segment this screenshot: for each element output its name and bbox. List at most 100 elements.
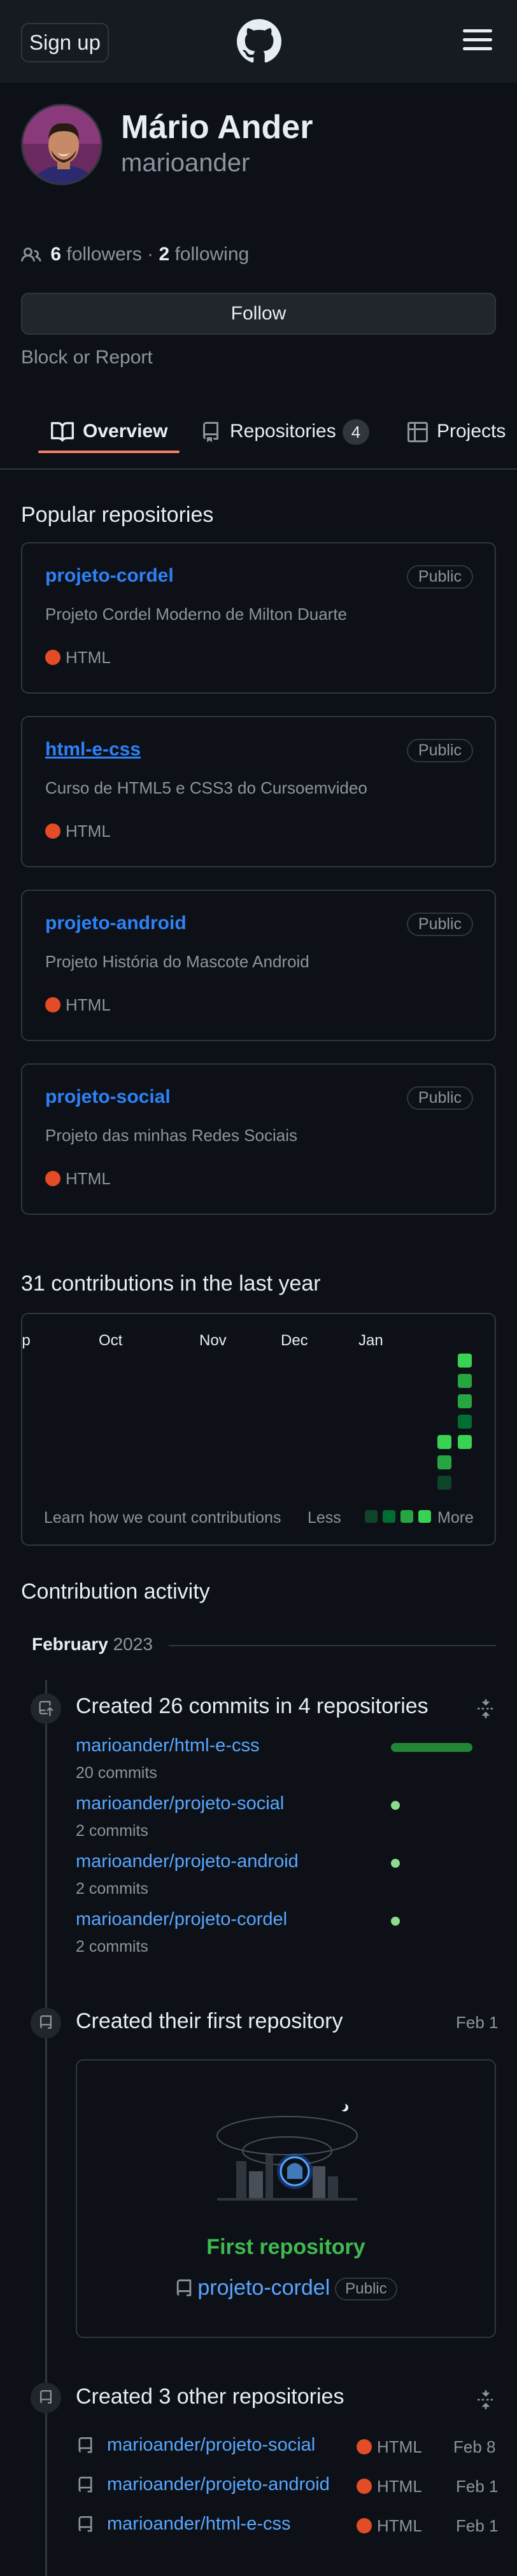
site-header: Sign up	[0, 0, 517, 83]
profile-name: Mário Ander	[121, 109, 313, 146]
repo-icon	[203, 422, 218, 442]
repo-count-badge: 4	[342, 419, 370, 445]
pinned-repo-card: html-e-css Public Curso de HTML5 e CSS3 …	[21, 716, 496, 867]
follow-button[interactable]: Follow	[21, 293, 496, 335]
language-label: HTML	[66, 648, 111, 667]
other-repo-link[interactable]: marioander/projeto-android	[107, 2474, 330, 2495]
pinned-repo-card: projeto-social Public Projeto das minhas…	[21, 1063, 496, 1215]
tab-projects-label: Projects	[437, 421, 506, 442]
contributions-title: 31 contributions in the last year	[21, 1271, 321, 1296]
language-color-dot	[357, 2518, 372, 2534]
repo-language: HTML	[357, 2477, 422, 2496]
language-label: HTML	[377, 2516, 422, 2535]
legend-level	[365, 1510, 378, 1523]
sign-up-button[interactable]: Sign up	[21, 23, 109, 62]
visibility-badge: Public	[406, 913, 473, 936]
tab-overview[interactable]: Overview	[51, 412, 167, 451]
commit-count-link[interactable]: 20 commits	[76, 1764, 157, 1782]
commits-summary: Created 26 commits in 4 repositories	[76, 1694, 428, 1718]
contribution-day[interactable]	[458, 1415, 472, 1429]
commit-bar	[391, 1917, 400, 1926]
other-repo-link[interactable]: marioander/projeto-social	[107, 2435, 315, 2456]
first-repo-line: projeto-cordel Public	[77, 2276, 495, 2301]
repo-link[interactable]: html-e-css	[45, 739, 141, 760]
contribution-day[interactable]	[437, 1435, 451, 1449]
repo-language: HTML	[45, 648, 111, 668]
tab-projects[interactable]: Projects	[407, 412, 506, 451]
commit-repo-link[interactable]: marioander/projeto-social	[76, 1793, 284, 1814]
language-label: HTML	[377, 2477, 422, 2496]
repo-description: Curso de HTML5 e CSS3 do Cursoemvideo	[45, 778, 367, 797]
month-label: Dec	[281, 1332, 308, 1349]
first-repo-link[interactable]: projeto-cordel	[197, 2276, 330, 2300]
followers-link[interactable]: 6 followers	[50, 244, 141, 265]
contribution-day[interactable]	[458, 1394, 472, 1408]
visibility-badge: Public	[335, 2278, 397, 2301]
language-label: HTML	[66, 822, 111, 841]
commit-repo-link[interactable]: marioander/html-e-css	[76, 1735, 259, 1756]
profile-tabs: Overview Repositories 4 Projects	[0, 395, 517, 470]
tab-repositories[interactable]: Repositories 4	[201, 412, 370, 451]
hamburger-menu-icon[interactable]	[463, 29, 492, 52]
visibility-badge: Public	[406, 565, 473, 589]
avatar[interactable]	[21, 104, 103, 185]
repo-language: HTML	[45, 995, 111, 1015]
commit-repo-link[interactable]: marioander/projeto-android	[76, 1851, 299, 1872]
first-repo-date: Feb 1	[456, 2013, 499, 2032]
repo-link[interactable]: projeto-social	[45, 1086, 171, 1108]
language-color-dot	[45, 997, 60, 1013]
repo-date: Feb 8	[453, 2437, 496, 2456]
repo-description: Projeto das minhas Redes Sociais	[45, 1126, 297, 1145]
repo-language: HTML	[357, 2437, 422, 2457]
commit-count-link[interactable]: 2 commits	[76, 1938, 148, 1956]
visibility-badge: Public	[406, 739, 473, 762]
contribution-day[interactable]	[437, 1476, 451, 1490]
legend-level	[418, 1510, 431, 1523]
fold-icon[interactable]	[476, 1699, 495, 1718]
legend-less: Less	[308, 1509, 341, 1527]
repo-icon	[78, 2477, 92, 2493]
contribution-day[interactable]	[458, 1435, 472, 1449]
repo-icon	[39, 2015, 52, 2029]
repo-link[interactable]: projeto-cordel	[45, 565, 174, 587]
table-icon	[407, 422, 428, 443]
fold-icon[interactable]	[476, 2390, 495, 2409]
other-repos-title: Created 3 other repositories	[76, 2384, 344, 2409]
contribution-day[interactable]	[458, 1374, 472, 1388]
profile-page: Sign up Mário Ander marioander 6 followe…	[0, 0, 517, 2576]
language-color-dot	[45, 823, 60, 839]
following-label: following	[174, 244, 250, 265]
commit-count-link[interactable]: 2 commits	[76, 1880, 148, 1898]
month-label: Jan	[358, 1332, 383, 1349]
commit-count-link[interactable]: 2 commits	[76, 1822, 148, 1840]
following-link[interactable]: 2 following	[159, 244, 249, 265]
repo-description: Projeto História do Mascote Android	[45, 952, 309, 971]
repo-date: Feb 1	[456, 2477, 499, 2496]
contribution-graph: Sep Oct Nov Dec Jan Learn how we count c…	[21, 1313, 496, 1546]
pinned-repo-card: projeto-android Public Projeto História …	[21, 890, 496, 1041]
repo-link[interactable]: projeto-android	[45, 913, 187, 934]
activity-month-name: February	[32, 1634, 108, 1654]
github-logo-icon[interactable]	[237, 19, 281, 64]
block-report-link[interactable]: Block or Report	[21, 347, 153, 368]
language-label: HTML	[66, 1169, 111, 1188]
contribution-day[interactable]	[458, 1354, 472, 1368]
language-color-dot	[45, 650, 60, 666]
contribution-day[interactable]	[437, 1455, 451, 1469]
repo-badge	[31, 2008, 61, 2038]
learn-contributions-link[interactable]: Learn how we count contributions	[44, 1509, 281, 1527]
commit-bar	[391, 1801, 400, 1810]
repo-language: HTML	[45, 1169, 111, 1189]
language-color-dot	[357, 2479, 372, 2495]
tab-overview-label: Overview	[83, 421, 168, 442]
repo-language: HTML	[357, 2516, 422, 2536]
repo-language: HTML	[45, 822, 111, 841]
timeline-line	[45, 1680, 47, 2576]
other-repo-link[interactable]: marioander/html-e-css	[107, 2514, 290, 2535]
repo-push-icon	[39, 1701, 53, 1716]
commit-repo-link[interactable]: marioander/projeto-cordel	[76, 1909, 287, 1930]
activity-year: 2023	[113, 1634, 153, 1654]
month-divider	[169, 1645, 496, 1646]
month-label: Sep	[22, 1332, 31, 1349]
profile-login: marioander	[121, 149, 250, 177]
